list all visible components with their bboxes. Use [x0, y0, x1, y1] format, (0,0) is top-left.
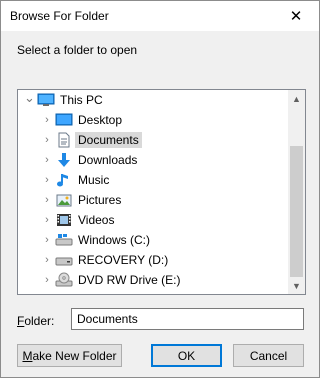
tree-item[interactable]: › Desktop	[18, 110, 288, 130]
folder-input[interactable]	[71, 308, 304, 330]
tree-item-label: DVD RW Drive (E:)	[78, 273, 181, 287]
scroll-thumb[interactable]	[290, 146, 303, 277]
pc-icon	[37, 92, 55, 108]
folder-tree[interactable]: ⌄ This PC › Desktop › Documents › Downloads › Mus…	[17, 89, 306, 295]
make-new-folder-label: Make New Folder	[22, 348, 117, 363]
tree-item-label: Music	[78, 173, 110, 187]
tree-item-label: Downloads	[78, 153, 138, 167]
close-button[interactable]: ✕	[273, 1, 319, 31]
ok-button[interactable]: OK	[151, 344, 222, 367]
tree-item[interactable]: ⌄ This PC	[18, 90, 288, 110]
chevron-right-icon[interactable]: ›	[42, 214, 52, 226]
chevron-right-icon[interactable]: ›	[42, 154, 52, 166]
tree-item[interactable]: › DVD RW Drive (E:)	[18, 270, 288, 290]
scroll-up-button[interactable]: ▲	[288, 90, 305, 107]
chevron-down-icon[interactable]: ⌄	[24, 90, 35, 106]
tree-item-label: Documents	[75, 132, 142, 148]
tree-item-label: This PC	[60, 93, 103, 107]
tree-item[interactable]: › Windows (C:)	[18, 230, 288, 250]
tree-scrollbar[interactable]: ▲ ▼	[288, 90, 305, 294]
chevron-right-icon[interactable]: ›	[42, 134, 52, 146]
tree-item[interactable]: › Music	[18, 170, 288, 190]
title-bar: Browse For Folder ✕	[1, 1, 319, 31]
dvd-drive-icon	[55, 272, 73, 288]
music-icon	[55, 172, 73, 188]
tree-item[interactable]: › Pictures	[18, 190, 288, 210]
tree-item[interactable]: › Documents	[18, 130, 288, 150]
desktop-icon	[55, 112, 73, 128]
videos-icon	[55, 212, 73, 228]
dialog-prompt: Select a folder to open	[17, 43, 138, 57]
chevron-right-icon[interactable]: ›	[42, 194, 52, 206]
chevron-right-icon[interactable]: ›	[42, 254, 52, 266]
pictures-icon	[55, 192, 73, 208]
chevron-right-icon[interactable]: ›	[42, 174, 52, 186]
chevron-right-icon[interactable]: ›	[42, 114, 52, 126]
dialog-title: Browse For Folder	[10, 9, 109, 23]
browse-for-folder-dialog: Browse For Folder ✕ Select a folder to o…	[0, 0, 320, 378]
close-icon: ✕	[289, 8, 303, 25]
make-new-folder-button[interactable]: Make New Folder	[17, 344, 122, 367]
tree-item[interactable]: › Downloads	[18, 150, 288, 170]
tree-item-label: Desktop	[78, 113, 123, 127]
chevron-right-icon[interactable]: ›	[42, 274, 52, 286]
tree-item[interactable]: › Videos	[18, 210, 288, 230]
tree-item-label: Pictures	[78, 193, 122, 207]
tree-item[interactable]: › RECOVERY (D:)	[18, 250, 288, 270]
tree-item-label: Videos	[78, 213, 115, 227]
folder-tree-list: ⌄ This PC › Desktop › Documents › Downloads › Mus…	[18, 90, 288, 294]
drive-icon	[55, 252, 73, 268]
folder-label: Folder:	[17, 314, 55, 328]
windows-drive-icon	[55, 232, 73, 248]
downloads-icon	[55, 152, 73, 168]
tree-item-label: RECOVERY (D:)	[78, 253, 169, 267]
tree-item-label: Windows (C:)	[78, 233, 151, 247]
scroll-down-button[interactable]: ▼	[288, 277, 305, 294]
chevron-right-icon[interactable]: ›	[42, 234, 52, 246]
cancel-button[interactable]: Cancel	[233, 344, 304, 367]
documents-icon	[55, 132, 73, 148]
